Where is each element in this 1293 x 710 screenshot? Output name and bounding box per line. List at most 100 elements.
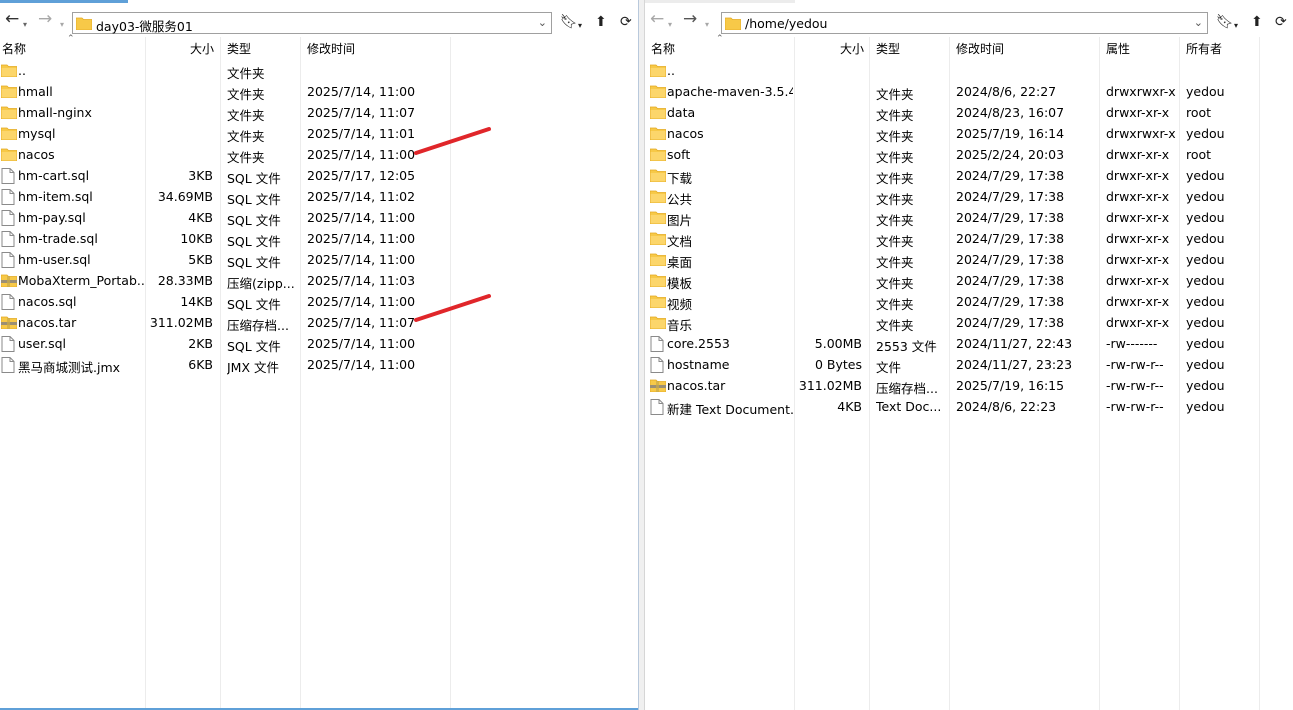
file-row[interactable]: .. — [645, 60, 1293, 81]
chevron-down-icon[interactable]: ▾ — [668, 16, 672, 33]
file-row[interactable]: 下载 文件夹 2024/7/29, 17:38 drwxr-xr-x yedou — [645, 165, 1293, 186]
cell-type: 文件夹 — [876, 318, 914, 333]
folder-icon — [649, 315, 667, 330]
cell-type: 文件夹 — [876, 234, 914, 249]
cell-name: data — [667, 105, 696, 120]
file-row[interactable]: soft 文件夹 2025/2/24, 20:03 drwxr-xr-x root — [645, 144, 1293, 165]
file-list: .. apache-maven-3.5.4 文件夹 2024/8/6, 22:27 dr… — [645, 60, 1293, 417]
cell-name: nacos.tar — [667, 378, 726, 393]
file-row[interactable]: 公共 文件夹 2024/7/29, 17:38 drwxr-xr-x yedou — [645, 186, 1293, 207]
cell-type: 文件夹 — [876, 213, 914, 228]
cell-mtime: 2024/7/29, 17:38 — [956, 294, 1065, 309]
cell-owner: yedou — [1186, 273, 1225, 288]
cell-owner: yedou — [1186, 189, 1225, 204]
pane-splitter[interactable] — [638, 0, 645, 710]
col-type[interactable]: 类型 — [876, 40, 900, 57]
cell-attr: -rw-rw-r-- — [1106, 378, 1164, 393]
cell-type: 文件夹 — [876, 150, 914, 165]
cell-mtime: 2024/7/29, 17:38 — [956, 168, 1065, 183]
tab-strip — [645, 0, 795, 3]
refresh-icon[interactable]: ⟳ — [1275, 14, 1287, 30]
cell-type: 文件夹 — [876, 87, 914, 102]
col-size[interactable]: 大小 — [840, 40, 864, 57]
cell-owner: yedou — [1186, 168, 1225, 183]
cell-name: 桌面 — [667, 255, 693, 270]
cell-owner: yedou — [1186, 357, 1225, 372]
folder-icon — [649, 126, 667, 141]
file-row[interactable]: 文档 文件夹 2024/7/29, 17:38 drwxr-xr-x yedou — [645, 228, 1293, 249]
cell-mtime: 2024/8/6, 22:27 — [956, 84, 1057, 99]
folder-icon — [649, 210, 667, 225]
cell-type: 文件夹 — [876, 255, 914, 270]
file-row[interactable]: data 文件夹 2024/8/23, 16:07 drwxr-xr-x root — [645, 102, 1293, 123]
chevron-down-icon[interactable]: ▾ — [1234, 18, 1238, 34]
cell-mtime: 2024/7/29, 17:38 — [956, 273, 1065, 288]
cell-attr: drwxr-xr-x — [1106, 105, 1170, 120]
cell-size: 0 Bytes — [814, 357, 862, 372]
cell-attr: drwxr-xr-x — [1106, 189, 1170, 204]
annotation-marks — [414, 127, 491, 322]
file-row[interactable]: nacos.tar 311.02MB 压缩存档... 2025/7/19, 16:15… — [645, 375, 1293, 396]
chevron-down-icon[interactable]: ⌄ — [1194, 16, 1203, 29]
file-icon — [650, 357, 666, 373]
cell-name: soft — [667, 147, 691, 162]
cell-name: 音乐 — [667, 318, 693, 333]
cell-attr: drwxr-xr-x — [1106, 210, 1170, 225]
folder-icon — [649, 273, 667, 288]
file-row[interactable]: nacos 文件夹 2025/7/19, 16:14 drwxrwxr-x yedou — [645, 123, 1293, 144]
file-row[interactable]: 模板 文件夹 2024/7/29, 17:38 drwxr-xr-x yedou — [645, 270, 1293, 291]
file-row[interactable]: 音乐 文件夹 2024/7/29, 17:38 drwxr-xr-x yedou — [645, 312, 1293, 333]
address-bar[interactable]: /home/yedou ⌄ — [721, 12, 1208, 34]
folder-icon — [649, 294, 667, 309]
folder-up-icon[interactable]: ⬆︎ — [1251, 14, 1263, 30]
cell-attr: -rw-rw-r-- — [1106, 399, 1164, 414]
cell-name: 视频 — [667, 297, 693, 312]
cell-attr: drwxr-xr-x — [1106, 168, 1170, 183]
cell-name: 模板 — [667, 276, 693, 291]
arrow-left-icon[interactable]: ← — [650, 11, 664, 28]
folder-icon — [649, 231, 667, 246]
file-row[interactable]: 图片 文件夹 2024/7/29, 17:38 drwxr-xr-x yedou — [645, 207, 1293, 228]
right-toolbar: ← ▾ → ▾ /home/yedou ⌄ 🔖︎ ▾ ⬆︎ ⟳ — [645, 4, 1293, 34]
cell-type: 2553 文件 — [876, 339, 937, 354]
file-row[interactable]: 桌面 文件夹 2024/7/29, 17:38 drwxr-xr-x yedou — [645, 249, 1293, 270]
file-row[interactable]: hostname 0 Bytes 文件 2024/11/27, 23:23 -rw-rw… — [645, 354, 1293, 375]
cell-attr: drwxr-xr-x — [1106, 315, 1170, 330]
chevron-down-icon[interactable]: ▾ — [705, 16, 709, 33]
cell-attr: drwxr-xr-x — [1106, 273, 1170, 288]
local-file-pane: ← ▾ → ▾ day03-微服务01 ⌄ 🔖︎ ▾ ⬆︎ ⟳ 名称 ⌃ 大小 … — [0, 0, 640, 710]
cell-mtime: 2024/7/29, 17:38 — [956, 189, 1065, 204]
cell-mtime: 2024/7/29, 17:38 — [956, 252, 1065, 267]
file-row[interactable]: 新建 Text Document... 4KB Text Doc... 2024/8/… — [645, 396, 1293, 417]
cell-type: Text Doc... — [876, 399, 942, 414]
folder-icon — [725, 17, 741, 30]
cell-owner: root — [1186, 105, 1212, 120]
cell-name: hostname — [667, 357, 730, 372]
cell-owner: yedou — [1186, 336, 1225, 351]
col-owner[interactable]: 所有者 — [1186, 40, 1222, 57]
file-icon — [650, 399, 666, 415]
annotation-stroke — [414, 127, 491, 155]
cell-attr: drwxrwxr-x — [1106, 126, 1176, 141]
col-mtime[interactable]: 修改时间 — [956, 40, 1004, 57]
arrow-right-icon[interactable]: → — [683, 11, 697, 28]
file-row[interactable]: core.2553 5.00MB 2553 文件 2024/11/27, 22:43 -… — [645, 333, 1293, 354]
cell-name: nacos — [667, 126, 704, 141]
cell-size: 311.02MB — [798, 378, 862, 393]
cell-owner: yedou — [1186, 294, 1225, 309]
bookmark-icon[interactable]: 🔖︎ — [1216, 14, 1234, 30]
cell-owner: yedou — [1186, 252, 1225, 267]
cell-attr: drwxr-xr-x — [1106, 294, 1170, 309]
file-row[interactable]: apache-maven-3.5.4 文件夹 2024/8/6, 22:27 drwx… — [645, 81, 1293, 102]
cell-attr: -rw------- — [1106, 336, 1158, 351]
cell-name: 新建 Text Document... — [667, 402, 793, 417]
col-attr[interactable]: 属性 — [1106, 40, 1130, 57]
cell-type: 文件夹 — [876, 276, 914, 291]
archive-icon — [649, 378, 667, 393]
sort-arrow-icon: ⌃ — [716, 34, 724, 44]
col-name[interactable]: 名称 — [651, 40, 675, 57]
cell-mtime: 2025/7/19, 16:14 — [956, 126, 1065, 141]
cell-type: 文件夹 — [876, 297, 914, 312]
cell-type: 文件夹 — [876, 171, 914, 186]
file-row[interactable]: 视频 文件夹 2024/7/29, 17:38 drwxr-xr-x yedou — [645, 291, 1293, 312]
